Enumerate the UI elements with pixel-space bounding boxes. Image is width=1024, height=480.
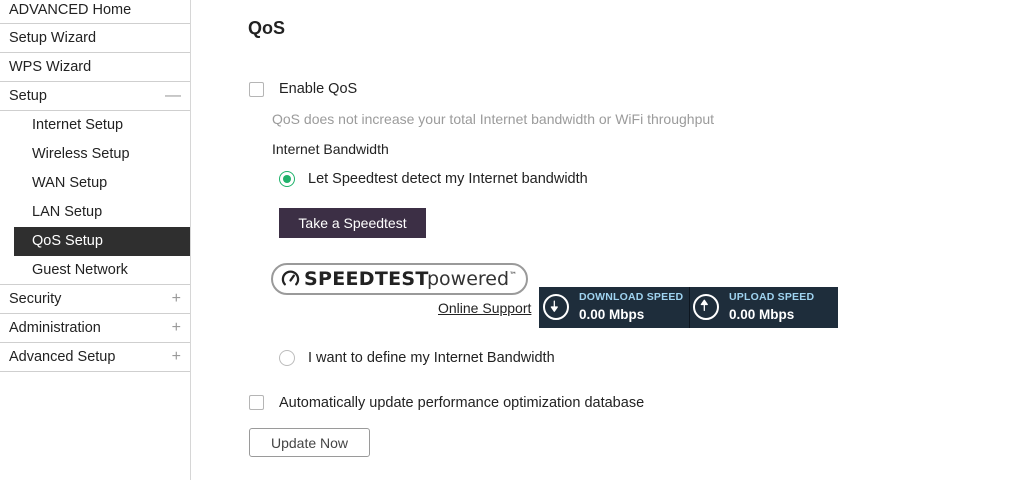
speed-result-widget: DOWNLOAD SPEED 0.00 Mbps UPLOAD SPEED 0.… (539, 287, 838, 328)
sidebar-item-label: Security (9, 291, 62, 307)
sidebar-item-guest-network[interactable]: Guest Network (0, 256, 190, 285)
sidebar-item-label: Setup Wizard (9, 30, 97, 46)
qos-hint-text: QoS does not increase your total Interne… (272, 111, 715, 127)
sidebar-item-label: Wireless Setup (32, 146, 130, 162)
sidebar-item-lan-setup[interactable]: LAN Setup (0, 198, 190, 227)
enable-qos-label[interactable]: Enable QoS (279, 81, 357, 97)
upload-speed-panel: UPLOAD SPEED 0.00 Mbps (689, 287, 838, 328)
speedtest-powered-logo: SPEEDTEST powered™ (271, 263, 528, 295)
internet-bandwidth-label: Internet Bandwidth (272, 141, 389, 157)
manual-bandwidth-option-label[interactable]: I want to define my Internet Bandwidth (308, 350, 555, 366)
sidebar-item-label: Advanced Setup (9, 349, 116, 365)
powered-word: powered (427, 268, 510, 290)
sidebar-item-wps-wizard[interactable]: WPS Wizard (0, 53, 190, 82)
sidebar-item-label: WAN Setup (32, 175, 108, 191)
sidebar-item-label: LAN Setup (32, 204, 103, 220)
speedtest-brand-text: SPEEDTEST (304, 268, 429, 290)
sidebar-item-advanced-home[interactable]: ADVANCED Home (0, 0, 190, 24)
page-title: QoS (248, 18, 286, 38)
sidebar-item-label: Administration (9, 320, 101, 336)
download-arrow-icon (543, 294, 569, 320)
sidebar-item-wan-setup[interactable]: WAN Setup (0, 169, 190, 198)
take-speedtest-button[interactable]: Take a Speedtest (279, 208, 426, 238)
manual-bandwidth-radio[interactable] (279, 350, 295, 366)
download-speed-label: DOWNLOAD SPEED (579, 291, 684, 303)
sidebar-item-wireless-setup[interactable]: Wireless Setup (0, 140, 190, 169)
expand-icon[interactable]: + (172, 314, 181, 342)
sidebar-item-qos-setup[interactable]: QoS Setup (14, 227, 190, 256)
sidebar-item-setup[interactable]: Setup — (0, 82, 190, 111)
auto-update-checkbox[interactable] (249, 395, 264, 410)
sidebar-item-label: Guest Network (32, 262, 128, 278)
expand-icon[interactable]: + (172, 285, 181, 313)
sidebar-item-internet-setup[interactable]: Internet Setup (0, 111, 190, 140)
expand-icon[interactable]: + (172, 343, 181, 371)
download-speed-panel: DOWNLOAD SPEED 0.00 Mbps (539, 287, 689, 328)
speedtest-option-label[interactable]: Let Speedtest detect my Internet bandwid… (308, 171, 588, 187)
update-now-button[interactable]: Update Now (249, 428, 370, 457)
sidebar-item-security[interactable]: Security + (0, 285, 190, 314)
sidebar-item-label: QoS Setup (32, 233, 103, 249)
enable-qos-checkbox[interactable] (249, 82, 264, 97)
trademark-mark: ™ (509, 270, 518, 280)
sidebar-item-advanced-setup[interactable]: Advanced Setup + (0, 343, 190, 372)
upload-arrow-icon (693, 294, 719, 320)
sidebar-item-label: ADVANCED Home (9, 2, 132, 18)
sidebar-item-administration[interactable]: Administration + (0, 314, 190, 343)
sidebar-item-label: Internet Setup (32, 117, 124, 133)
speedtest-radio[interactable] (279, 171, 295, 187)
auto-update-label[interactable]: Automatically update performance optimiz… (279, 395, 644, 411)
qos-panel: QoS Enable QoS QoS does not increase you… (191, 0, 1024, 480)
download-speed-value: 0.00 Mbps (579, 307, 645, 322)
upload-speed-label: UPLOAD SPEED (729, 291, 815, 303)
sidebar-item-setup-wizard[interactable]: Setup Wizard (0, 24, 190, 53)
upload-speed-value: 0.00 Mbps (729, 307, 795, 322)
sidebar-nav: ADVANCED Home Setup Wizard WPS Wizard Se… (0, 0, 191, 480)
speedtest-gauge-icon (281, 270, 300, 286)
collapse-icon[interactable]: — (165, 82, 181, 110)
sidebar-item-label: WPS Wizard (9, 59, 92, 75)
sidebar-item-label: Setup (9, 88, 47, 104)
online-support-link[interactable]: Online Support (438, 300, 531, 316)
speedtest-powered-text: powered™ (427, 268, 517, 290)
